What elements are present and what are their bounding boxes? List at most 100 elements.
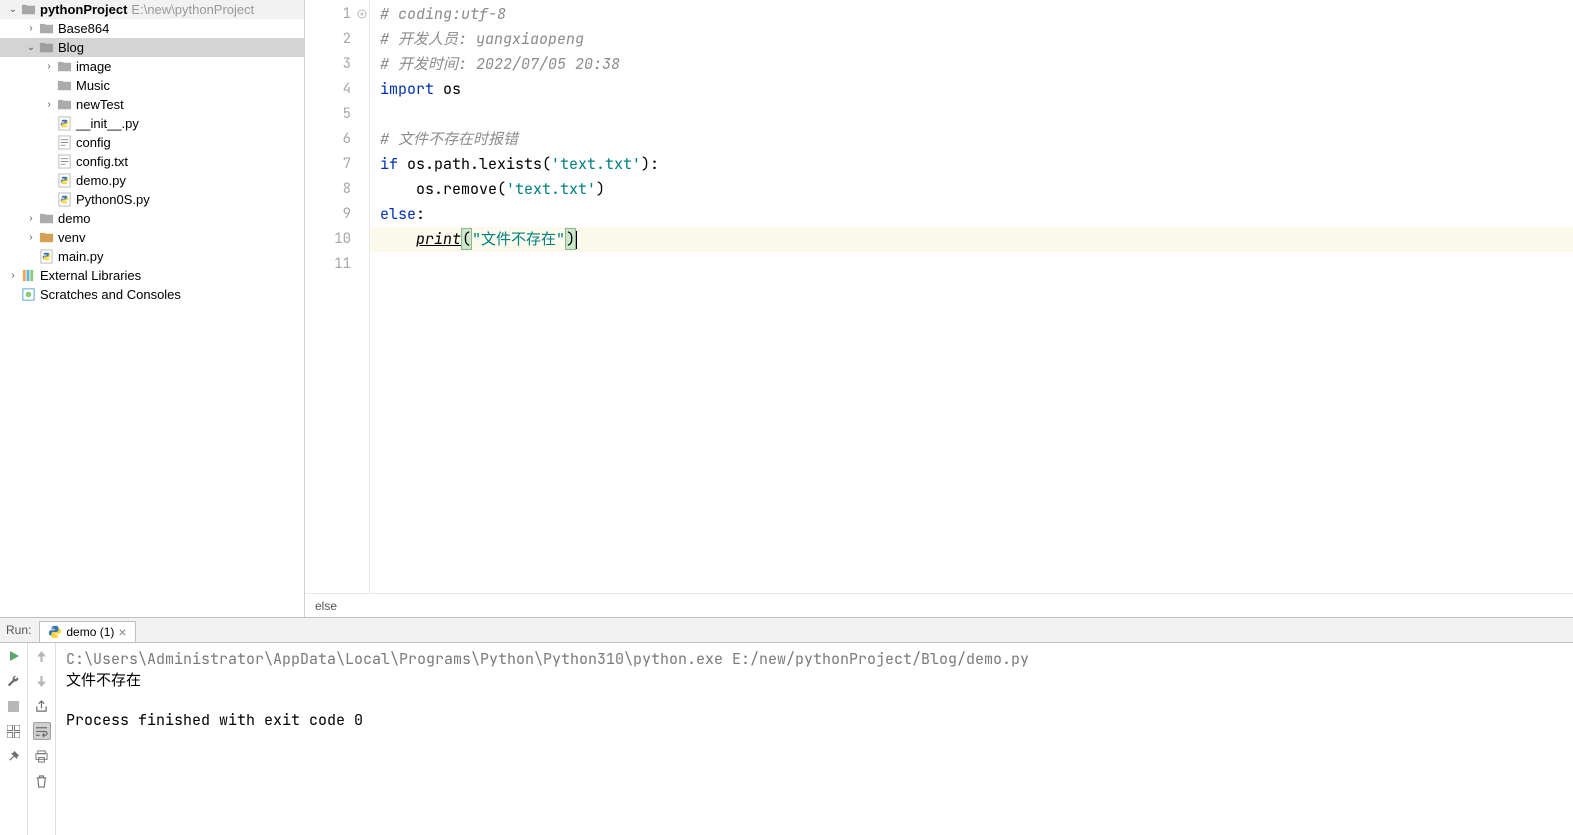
- editor-area: 1234567891011 # coding:utf-8# 开发人员: yang…: [305, 0, 1573, 617]
- tree-row-demo[interactable]: › demo: [0, 209, 304, 228]
- soft-wrap-icon[interactable]: [33, 722, 51, 740]
- tree-label: Python0S.py: [76, 192, 150, 207]
- folder-icon: [38, 40, 54, 56]
- run-panel-label: Run:: [6, 623, 31, 637]
- up-arrow-icon[interactable]: [33, 647, 51, 665]
- run-toolbar-left: [0, 643, 28, 835]
- tree-arrow-icon[interactable]: ›: [6, 270, 20, 281]
- code-line-3[interactable]: # 开发时间: 2022/07/05 20:38: [370, 52, 1573, 77]
- line-number-gutter[interactable]: 1234567891011: [305, 0, 370, 593]
- pyfile-icon: [56, 116, 72, 132]
- tree-row-music[interactable]: Music: [0, 76, 304, 95]
- tree-arrow-icon[interactable]: ›: [24, 23, 38, 34]
- run-tab-demo[interactable]: demo (1) ×: [39, 621, 135, 642]
- tree-label: newTest: [76, 97, 124, 112]
- close-icon[interactable]: ×: [118, 624, 126, 640]
- tree-row-python0s-py[interactable]: Python0S.py: [0, 190, 304, 209]
- code-line-1[interactable]: # coding:utf-8: [370, 2, 1573, 27]
- tree-row-newtest[interactable]: › newTest: [0, 95, 304, 114]
- tree-row-venv[interactable]: › venv: [0, 228, 304, 247]
- code-line-7[interactable]: if os.path.lexists('text.txt'):: [370, 152, 1573, 177]
- tree-row-main-py[interactable]: main.py: [0, 247, 304, 266]
- tree-row-pythonproject[interactable]: ⌄ pythonProject E:\new\pythonProject: [0, 0, 304, 19]
- folder-icon: [56, 97, 72, 113]
- tree-label: pythonProject: [40, 2, 127, 17]
- folder-icon: [38, 21, 54, 37]
- lib-icon: [20, 268, 36, 284]
- tree-row-base864[interactable]: › Base864: [0, 19, 304, 38]
- project-tree[interactable]: ⌄ pythonProject E:\new\pythonProject › Base8…: [0, 0, 305, 617]
- tree-label: config: [76, 135, 111, 150]
- down-arrow-icon[interactable]: [33, 672, 51, 690]
- tree-arrow-icon[interactable]: ›: [24, 232, 38, 243]
- pyfile-icon: [56, 173, 72, 189]
- pyfile-icon: [56, 192, 72, 208]
- txtfile-icon: [56, 154, 72, 170]
- code-line-4[interactable]: import os: [370, 77, 1573, 102]
- folder-icon: [56, 59, 72, 75]
- console-output[interactable]: C:\Users\Administrator\AppData\Local\Pro…: [56, 643, 1573, 835]
- tree-label: venv: [58, 230, 85, 245]
- tree-label: config.txt: [76, 154, 128, 169]
- python-icon: [48, 625, 62, 639]
- folder-icon: [56, 78, 72, 94]
- folder-venv-icon: [38, 230, 54, 246]
- tree-path: E:\new\pythonProject: [131, 2, 254, 17]
- tree-row--init-py[interactable]: __init__.py: [0, 114, 304, 133]
- code-line-6[interactable]: # 文件不存在时报错: [370, 127, 1573, 152]
- rerun-icon[interactable]: [5, 647, 23, 665]
- tree-label: demo: [58, 211, 91, 226]
- run-tab-bar: Run: demo (1) ×: [0, 618, 1573, 643]
- tree-label: image: [76, 59, 111, 74]
- run-tool-window: Run: demo (1) × C:\Users\Administrator\A…: [0, 617, 1573, 835]
- tree-arrow-icon[interactable]: ›: [42, 99, 56, 110]
- code-editor[interactable]: # coding:utf-8# 开发人员: yangxiaopeng# 开发时间…: [370, 0, 1573, 593]
- code-line-10[interactable]: print("文件不存在"): [370, 227, 1573, 252]
- tree-arrow-icon[interactable]: ›: [42, 61, 56, 72]
- print-icon[interactable]: [33, 747, 51, 765]
- console-line: Process finished with exit code 0: [66, 710, 1563, 730]
- layout-icon[interactable]: [5, 722, 23, 740]
- console-line: 文件不存在: [66, 669, 1563, 690]
- tree-label: Blog: [58, 40, 84, 55]
- tree-arrow-icon[interactable]: ›: [24, 213, 38, 224]
- pyfile-icon: [38, 249, 54, 265]
- console-line: C:\Users\Administrator\AppData\Local\Pro…: [66, 649, 1563, 669]
- tree-arrow-icon[interactable]: ⌄: [6, 4, 20, 15]
- tree-label: Scratches and Consoles: [40, 287, 181, 302]
- breadcrumb-bar[interactable]: else: [305, 593, 1573, 617]
- pin-icon[interactable]: [5, 747, 23, 765]
- tree-label: demo.py: [76, 173, 126, 188]
- breadcrumb-item[interactable]: else: [315, 599, 337, 613]
- run-body: C:\Users\Administrator\AppData\Local\Pro…: [0, 643, 1573, 835]
- txtfile-icon: [56, 135, 72, 151]
- folder-icon: [38, 211, 54, 227]
- code-line-11[interactable]: [370, 252, 1573, 277]
- run-tab-label: demo (1): [66, 625, 114, 639]
- tree-row-config-txt[interactable]: config.txt: [0, 152, 304, 171]
- tree-row-image[interactable]: › image: [0, 57, 304, 76]
- code-line-5[interactable]: [370, 102, 1573, 127]
- editor-main: 1234567891011 # coding:utf-8# 开发人员: yang…: [305, 0, 1573, 593]
- tree-label: Music: [76, 78, 110, 93]
- fold-marker-icon[interactable]: [357, 9, 367, 19]
- folder-icon: [20, 2, 36, 18]
- tree-row-external-libraries[interactable]: ›External Libraries: [0, 266, 304, 285]
- code-line-9[interactable]: else:: [370, 202, 1573, 227]
- code-line-8[interactable]: os.remove('text.txt'): [370, 177, 1573, 202]
- tree-row-demo-py[interactable]: demo.py: [0, 171, 304, 190]
- main-area: ⌄ pythonProject E:\new\pythonProject › Base8…: [0, 0, 1573, 617]
- trash-icon[interactable]: [33, 772, 51, 790]
- tree-arrow-icon[interactable]: ⌄: [24, 42, 38, 53]
- stop-icon[interactable]: [5, 697, 23, 715]
- run-toolbar-right: [28, 643, 56, 835]
- tree-row-blog[interactable]: ⌄ Blog: [0, 38, 304, 57]
- wrench-icon[interactable]: [5, 672, 23, 690]
- code-line-2[interactable]: # 开发人员: yangxiaopeng: [370, 27, 1573, 52]
- tree-label: Base864: [58, 21, 109, 36]
- tree-row-scratches-and-consoles[interactable]: Scratches and Consoles: [0, 285, 304, 304]
- tree-label: main.py: [58, 249, 104, 264]
- console-line: [66, 690, 1563, 710]
- export-icon[interactable]: [33, 697, 51, 715]
- tree-row-config[interactable]: config: [0, 133, 304, 152]
